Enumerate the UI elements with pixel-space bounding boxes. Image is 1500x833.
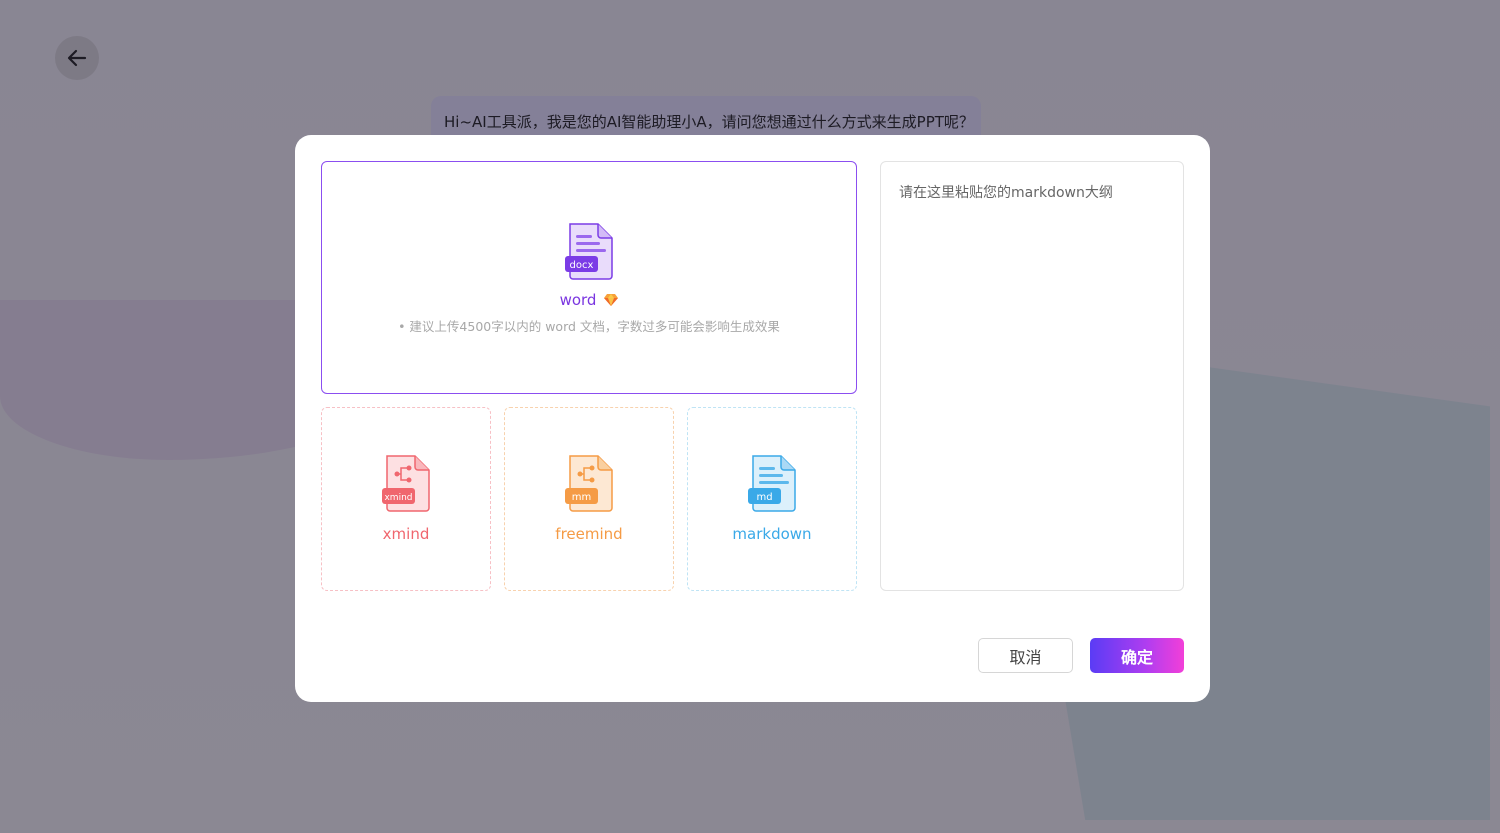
- word-upload-hint: • 建议上传4500字以内的 word 文档，字数过多可能会影响生成效果: [398, 319, 780, 334]
- xmind-option-title: xmind: [382, 525, 430, 543]
- freemind-upload-option[interactable]: mm freemind: [504, 407, 674, 591]
- mm-file-icon: mm: [564, 454, 614, 512]
- word-upload-option[interactable]: docx word • 建议上传4500字以内的 word 文档，字数过多可能会…: [321, 161, 857, 394]
- md-file-icon: md: [747, 454, 797, 512]
- confirm-button[interactable]: 确定: [1090, 638, 1184, 673]
- markdown-upload-option[interactable]: md markdown: [687, 407, 857, 591]
- word-option-title: word: [559, 291, 597, 309]
- markdown-input-container: [880, 161, 1184, 591]
- xmind-file-icon: xmind: [381, 454, 431, 512]
- xmind-upload-option[interactable]: xmind xmind: [321, 407, 491, 591]
- svg-text:mm: mm: [572, 492, 591, 503]
- markdown-outline-input[interactable]: [881, 162, 1183, 590]
- svg-text:xmind: xmind: [384, 493, 412, 503]
- diamond-vip-icon: [604, 294, 619, 306]
- svg-text:docx: docx: [570, 260, 594, 271]
- svg-text:md: md: [756, 492, 772, 503]
- markdown-option-title: markdown: [732, 525, 812, 543]
- docx-file-icon: docx: [564, 222, 614, 280]
- import-outline-dialog: docx word • 建议上传4500字以内的 word 文档，字数过多可能会…: [295, 135, 1210, 702]
- freemind-option-title: freemind: [555, 525, 623, 543]
- cancel-button[interactable]: 取消: [978, 638, 1073, 673]
